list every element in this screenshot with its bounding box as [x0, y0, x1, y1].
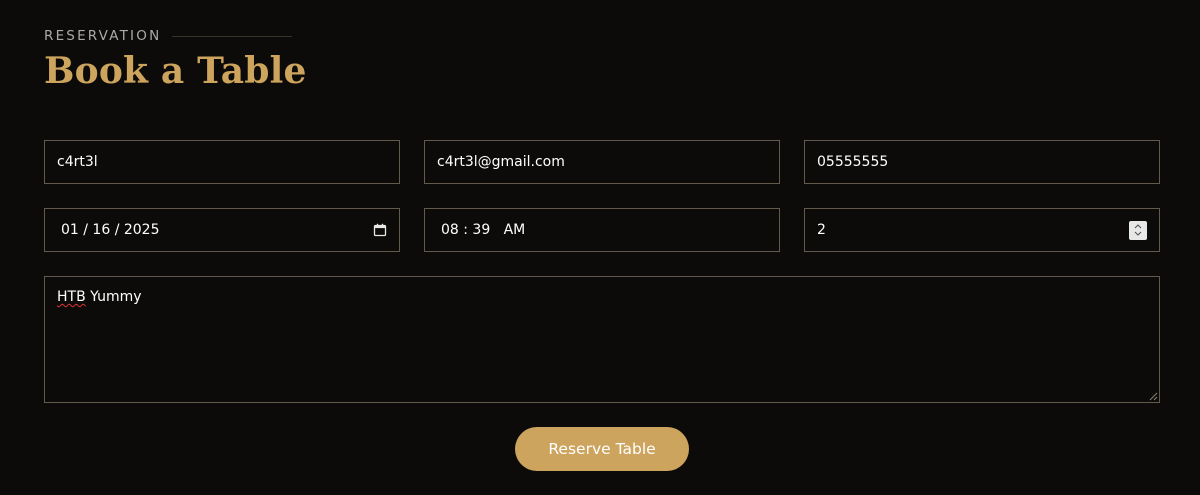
section-tag-divider — [172, 35, 293, 37]
name-input-value: c4rt3l — [57, 154, 98, 170]
chevron-down-icon[interactable] — [1134, 231, 1142, 236]
section-tag: RESERVATION — [44, 28, 162, 44]
people-input[interactable]: 2 — [804, 208, 1160, 252]
page-title: Book a Table — [44, 50, 307, 92]
message-misspelled-word: HTB — [57, 289, 86, 305]
date-input-value: 01 / 16 / 2025 — [61, 222, 160, 238]
message-text: Yummy — [85, 289, 142, 305]
reserve-table-button[interactable]: Reserve Table — [515, 427, 689, 471]
time-input[interactable]: 08 : 39 AM — [424, 208, 780, 252]
time-input-value: 08 : 39 AM — [441, 222, 526, 238]
date-input[interactable]: 01 / 16 / 2025 — [44, 208, 400, 252]
spinner-icon[interactable] — [1129, 220, 1147, 240]
section-header: RESERVATION — [44, 28, 293, 44]
message-textarea[interactable]: HTB Yummy — [44, 276, 1160, 403]
chevron-up-icon[interactable] — [1134, 224, 1142, 229]
phone-input-value: 05555555 — [817, 154, 889, 170]
calendar-icon[interactable] — [373, 223, 387, 237]
resize-grip-icon[interactable] — [1148, 391, 1158, 401]
email-input-value: c4rt3l@gmail.com — [437, 154, 565, 170]
phone-input[interactable]: 05555555 — [804, 140, 1160, 184]
name-input[interactable]: c4rt3l — [44, 140, 400, 184]
people-input-value: 2 — [817, 222, 826, 238]
email-input[interactable]: c4rt3l@gmail.com — [424, 140, 780, 184]
